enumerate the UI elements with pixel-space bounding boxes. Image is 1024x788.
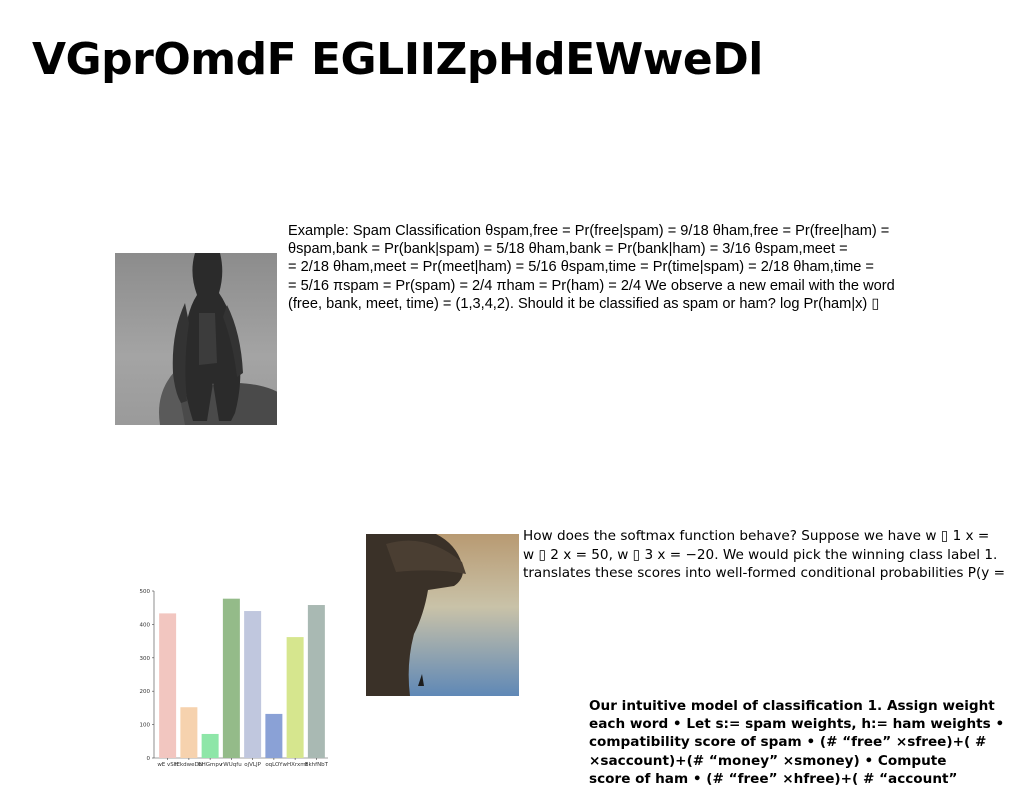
text-line: score of ham • (# “free” ×hfree)+( # “ac…: [589, 770, 958, 787]
bar: [307, 605, 325, 758]
bar: [265, 713, 283, 758]
y-tick-label: 100: [140, 723, 151, 729]
text-line: (free, bank, meet, time) = (1,3,4,2). Sh…: [288, 295, 880, 312]
text-line: θspam,bank = Pr(bank|spam) = 5/18 θham,b…: [288, 241, 848, 258]
text-line: = 2/18 θham,meet = Pr(meet|ham) = 5/16 θ…: [288, 259, 874, 276]
bar: [159, 613, 177, 758]
hat-silhouette-photo: [366, 534, 519, 696]
bar-chart: 0 100 200 300 400 500 wE vSH IEkdweDN bHGmpv rWUq…: [128, 583, 336, 773]
text-line: = 5/16 πspam = Pr(spam) = 2/4 πham = Pr(…: [288, 277, 895, 294]
page-title: VGprOmdF EGLIIZpHdEWweDl: [32, 34, 763, 85]
y-tick-label: 0: [147, 756, 151, 762]
y-tick-label: 400: [140, 622, 151, 628]
text-line: ×saccount)+(# “money” ×smoney) • Compute: [589, 752, 947, 769]
y-tick-label: 500: [140, 589, 151, 595]
bar-chart-svg: 0100200300400500wE vSHIEkdweDNbHGmpvrWUq…: [140, 589, 329, 768]
x-tick-label: ojVLJP: [244, 762, 261, 768]
bar: [222, 598, 240, 758]
x-tick-label: bHGmpv: [198, 762, 223, 768]
bar: [286, 637, 304, 758]
intuitive-model-text: Our intuitive model of classification 1.…: [589, 697, 1024, 788]
text-line: w ▯ 2 x = 50, w ▯ 3 x = −20. We would pi…: [523, 546, 998, 563]
bar: [180, 707, 198, 758]
text-line: Our intuitive model of classification 1.…: [589, 698, 995, 714]
spam-classification-text: Example: Spam Classification θspam,free …: [288, 222, 948, 313]
fashion-figure-photo: [115, 253, 277, 425]
text-line: How does the softmax function behave? Su…: [523, 528, 990, 544]
x-tick-label: oqLOY: [265, 762, 283, 768]
bar: [201, 733, 219, 758]
text-line: translates these scores into well-formed…: [523, 565, 1006, 581]
text-line: Example: Spam Classification θspam,free …: [288, 223, 890, 239]
bar: [244, 611, 262, 758]
text-line: compatibility score of spam • (# “free” …: [589, 734, 987, 751]
x-tick-label: BkhfNbT: [305, 762, 329, 768]
text-line: each word • Let s:= spam weights, h:= ha…: [589, 716, 1005, 733]
x-tick-label: rWUqfu: [221, 762, 242, 768]
y-tick-label: 200: [140, 689, 151, 695]
softmax-text: How does the softmax function behave? Su…: [523, 527, 1024, 583]
y-tick-label: 300: [140, 656, 151, 662]
